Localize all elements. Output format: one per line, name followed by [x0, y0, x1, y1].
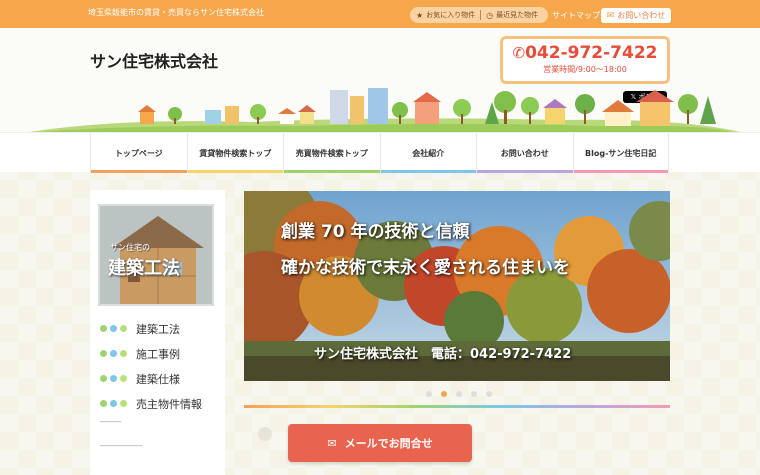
- nav-item-label: 賃貸物件検索トップ: [199, 148, 272, 158]
- sidebar: サン住宅の 建築工法 建築工法施工事例建築仕様売主物件情報 ━━━━━ ━━━━…: [90, 190, 225, 475]
- top-bar: 埼玉県飯能市の賃貸・売買ならサン住宅株式会社 ★ お気に入り物件 ◷ 最近見た物…: [0, 0, 760, 28]
- slider-dot[interactable]: [456, 391, 462, 397]
- slide-headline: 創業 70 年の技術と信頼: [281, 222, 470, 242]
- phone-icon: ✆: [512, 44, 526, 62]
- nav-item[interactable]: 賃貸物件検索トップ: [186, 133, 283, 173]
- phone-box: ✆042-972-7422 営業時間/9:00～18:00: [500, 36, 670, 84]
- nav-item-color-bar: [477, 170, 573, 173]
- quick-links-pill: ★ お気に入り物件 ◷ 最近見た物件: [410, 7, 548, 23]
- nav-item-color-bar: [380, 170, 476, 173]
- sidebar-item-label: 建築工法: [136, 322, 180, 336]
- nav-item-label: Blog-サン住宅日記: [585, 148, 657, 158]
- envelope-icon: ✉: [327, 436, 337, 450]
- bullet-dots-icon: [100, 325, 130, 332]
- sidebar-item[interactable]: 建築仕様: [100, 366, 202, 391]
- phone-number-text: 042-972-7422: [525, 43, 658, 63]
- slide-footer-text: サン住宅株式会社 電話：042-972-7422: [314, 347, 572, 362]
- business-hours: 営業時間/9:00～18:00: [543, 65, 627, 74]
- favorites-link[interactable]: お気に入り物件: [426, 10, 475, 20]
- nav-item[interactable]: 売買物件検索トップ: [283, 133, 380, 173]
- nav-item-color-bar: [91, 170, 187, 173]
- sidebar-item[interactable]: 売主物件情報: [100, 391, 202, 416]
- slider-pagination: [426, 391, 501, 397]
- bullet-dots-icon: [100, 375, 130, 382]
- faded-icon: [258, 427, 272, 441]
- town-illustration: [30, 88, 740, 132]
- site-tagline: 埼玉県飯能市の賃貸・売買ならサン住宅株式会社: [88, 8, 264, 17]
- sidebar-faded-link: ━━━━━━━━━━: [100, 442, 143, 450]
- mail-contact-label: メールでお問合せ: [344, 437, 433, 450]
- slider-dot[interactable]: [426, 391, 432, 397]
- slider-dot[interactable]: [471, 391, 477, 397]
- contact-top-button[interactable]: ✉ お問い合わせ: [601, 8, 671, 23]
- hero-slider[interactable]: 創業 70 年の技術と信頼 確かな技術で末永く愛される住まいを サン住宅株式会社…: [244, 191, 670, 381]
- banner-title: 建築工法: [108, 258, 180, 279]
- nav-item[interactable]: 会社紹介: [379, 133, 476, 173]
- sitemap-link[interactable]: サイトマップ: [552, 10, 600, 21]
- mail-icon: ✉: [606, 10, 615, 21]
- bullet-dots-icon: [100, 400, 130, 407]
- slider-dot[interactable]: [441, 391, 447, 397]
- nav-item-label: お問い合わせ: [500, 148, 549, 158]
- slider-dot[interactable]: [486, 391, 492, 397]
- recent-link[interactable]: 最近見た物件: [496, 10, 538, 20]
- sidebar-item[interactable]: 建築工法: [100, 316, 202, 341]
- sidebar-list: 建築工法施工事例建築仕様売主物件情報: [100, 316, 202, 416]
- sidebar-item-label: 施工事例: [136, 347, 180, 361]
- nav-item-label: トップページ: [114, 148, 163, 158]
- phone-number: ✆042-972-7422: [503, 43, 667, 63]
- nav-item-color-bar: [284, 170, 380, 173]
- clock-icon: ◷: [486, 10, 494, 20]
- nav-item[interactable]: お問い合わせ: [476, 133, 573, 173]
- nav-item-color-bar: [573, 170, 668, 173]
- main-nav: トップページ 賃貸物件検索トップ 売買物件検索トップ 会社紹介 お問い合わせ Blog-サ…: [0, 132, 760, 173]
- slide-subheadline: 確かな技術で末永く愛される住まいを: [281, 258, 570, 278]
- contact-top-label: お問い合わせ: [617, 11, 666, 20]
- sidebar-faded-link: ━━━━━: [100, 418, 122, 426]
- nav-item[interactable]: Blog-サン住宅日記: [572, 133, 669, 173]
- bullet-dots-icon: [100, 350, 130, 357]
- building-method-banner[interactable]: サン住宅の 建築工法: [98, 204, 214, 306]
- divider: [480, 10, 482, 20]
- site-header: サン住宅株式会社 ✆042-972-7422 営業時間/9:00～18:00 𝕏…: [0, 28, 760, 132]
- sidebar-item-label: 建築仕様: [136, 372, 180, 386]
- nav-item-label: 売買物件検索トップ: [295, 148, 368, 158]
- nav-item[interactable]: トップページ: [90, 133, 187, 173]
- nav-item-color-bar: [187, 170, 283, 173]
- banner-subtitle: サン住宅の: [110, 243, 150, 252]
- company-logo[interactable]: サン住宅株式会社: [90, 48, 218, 72]
- star-icon: ★: [416, 10, 424, 20]
- sidebar-item[interactable]: 施工事例: [100, 341, 202, 366]
- nav-items: トップページ 賃貸物件検索トップ 売買物件検索トップ 会社紹介 お問い合わせ Blog-サ…: [90, 133, 669, 173]
- nav-item-label: 会社紹介: [412, 148, 445, 158]
- mail-contact-button[interactable]: ✉ メールでお問合せ: [288, 424, 472, 462]
- rainbow-divider: [244, 405, 670, 408]
- sidebar-item-label: 売主物件情報: [136, 397, 202, 411]
